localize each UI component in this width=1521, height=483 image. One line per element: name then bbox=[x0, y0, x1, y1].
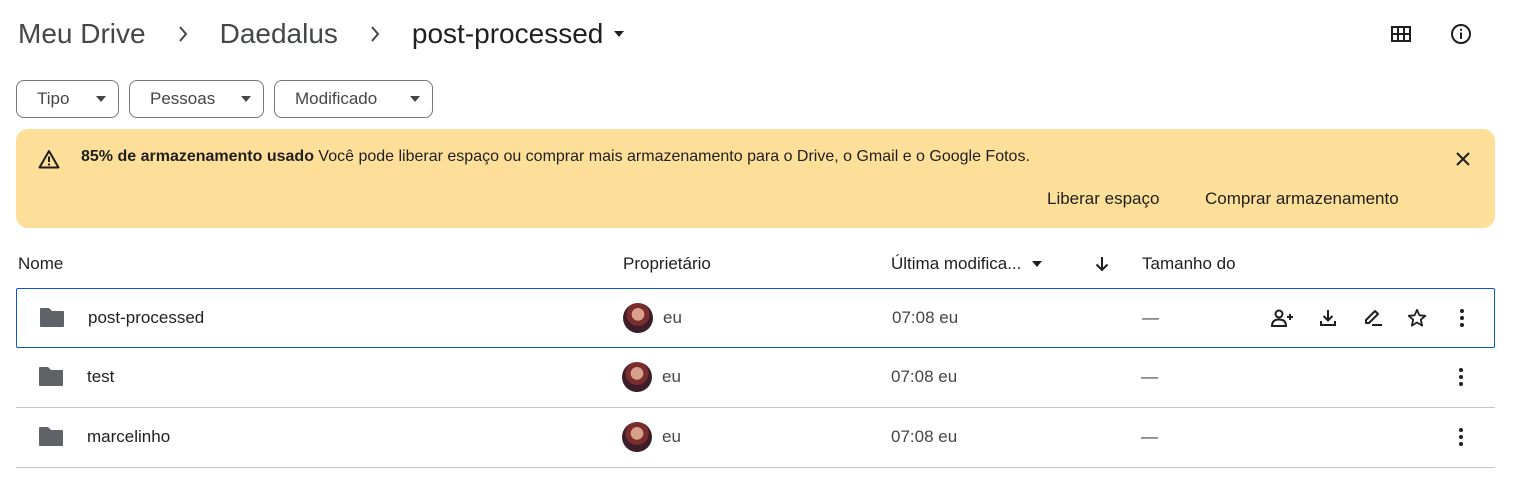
caret-down-icon bbox=[410, 96, 420, 102]
file-name[interactable]: test bbox=[87, 367, 114, 387]
storage-warning-banner: 85% de armazenamento usado Você pode lib… bbox=[16, 129, 1495, 228]
banner-title: 85% de armazenamento usado bbox=[81, 148, 314, 165]
breadcrumb-current-folder[interactable]: post-processed bbox=[410, 18, 627, 50]
column-header-size[interactable]: Tamanho do bbox=[1142, 254, 1236, 274]
breadcrumb: Meu Drive Daedalus post-processed bbox=[16, 14, 627, 54]
more-actions-button[interactable] bbox=[1448, 364, 1474, 390]
free-space-link[interactable]: Liberar espaço bbox=[1047, 189, 1159, 209]
column-header-owner[interactable]: Proprietário bbox=[623, 254, 711, 274]
filter-tipo-label: Tipo bbox=[37, 89, 70, 108]
file-size: — bbox=[1142, 308, 1159, 327]
arrow-down-icon bbox=[1095, 256, 1109, 272]
chevron-right-icon bbox=[148, 25, 218, 43]
buy-storage-link[interactable]: Comprar armazenamento bbox=[1205, 189, 1399, 209]
owner-name: eu bbox=[662, 367, 681, 386]
star-button[interactable] bbox=[1404, 305, 1430, 331]
more-actions-button[interactable] bbox=[1449, 305, 1475, 331]
avatar bbox=[622, 362, 652, 392]
folder-icon bbox=[38, 426, 64, 447]
filter-modificado[interactable]: Modificado bbox=[274, 80, 433, 118]
file-size: — bbox=[1141, 367, 1158, 386]
info-icon bbox=[1450, 23, 1472, 45]
caret-down-icon bbox=[96, 96, 106, 102]
file-name[interactable]: marcelinho bbox=[87, 427, 170, 447]
current-folder-label: post-processed bbox=[411, 18, 604, 49]
more-actions-button[interactable] bbox=[1448, 424, 1474, 450]
folder-icon bbox=[38, 366, 64, 387]
share-button[interactable] bbox=[1269, 305, 1295, 331]
owner-name: eu bbox=[662, 427, 681, 446]
modified-time: 07:08 eu bbox=[892, 308, 959, 327]
filter-tipo[interactable]: Tipo bbox=[16, 80, 119, 118]
file-size: — bbox=[1141, 427, 1158, 446]
folder-icon bbox=[39, 307, 65, 328]
breadcrumb-meu-drive[interactable]: Meu Drive bbox=[16, 18, 148, 50]
breadcrumb-daedalus[interactable]: Daedalus bbox=[218, 18, 340, 50]
caret-down-icon bbox=[241, 96, 251, 102]
more-vert-icon bbox=[1460, 309, 1464, 327]
table-row[interactable]: marcelinho eu 07:08 eu — bbox=[16, 408, 1495, 468]
more-vert-icon bbox=[1459, 428, 1463, 446]
rename-button[interactable] bbox=[1360, 305, 1386, 331]
download-icon bbox=[1320, 310, 1336, 326]
owner-name: eu bbox=[663, 308, 682, 327]
table-row[interactable]: post-processed eu 07:08 eu — bbox=[16, 288, 1495, 348]
modified-time: 07:08 eu bbox=[891, 367, 958, 386]
sort-direction-button[interactable] bbox=[1090, 250, 1114, 278]
banner-text: Você pode liberar espaço ou comprar mais… bbox=[318, 148, 1030, 165]
modified-time: 07:08 eu bbox=[891, 427, 958, 446]
edit-icon bbox=[1365, 310, 1382, 326]
caret-down-icon bbox=[1031, 260, 1043, 268]
chevron-right-icon bbox=[340, 25, 410, 43]
filter-modificado-label: Modificado bbox=[295, 89, 378, 108]
table-row[interactable]: test eu 07:08 eu — bbox=[16, 348, 1495, 408]
file-name[interactable]: post-processed bbox=[88, 308, 204, 328]
avatar bbox=[623, 303, 653, 333]
banner-message: 85% de armazenamento usado Você pode lib… bbox=[81, 148, 1030, 166]
download-button[interactable] bbox=[1315, 305, 1341, 331]
column-header-modified[interactable]: Última modifica... bbox=[891, 254, 1043, 274]
column-header-name[interactable]: Nome bbox=[18, 254, 63, 274]
details-button[interactable] bbox=[1441, 14, 1481, 54]
star-icon bbox=[1407, 308, 1427, 327]
close-banner-button[interactable] bbox=[1451, 147, 1475, 171]
warning-icon bbox=[38, 149, 60, 169]
column-header-modified-label: Última modifica... bbox=[891, 254, 1022, 273]
person-add-icon bbox=[1270, 309, 1293, 327]
grid-view-button[interactable] bbox=[1381, 14, 1421, 54]
caret-down-icon bbox=[613, 30, 625, 38]
grid-view-icon bbox=[1391, 26, 1411, 42]
avatar bbox=[622, 422, 652, 452]
more-vert-icon bbox=[1459, 368, 1463, 386]
close-icon bbox=[1456, 152, 1470, 166]
filter-pessoas[interactable]: Pessoas bbox=[129, 80, 264, 118]
filter-pessoas-label: Pessoas bbox=[150, 89, 216, 108]
